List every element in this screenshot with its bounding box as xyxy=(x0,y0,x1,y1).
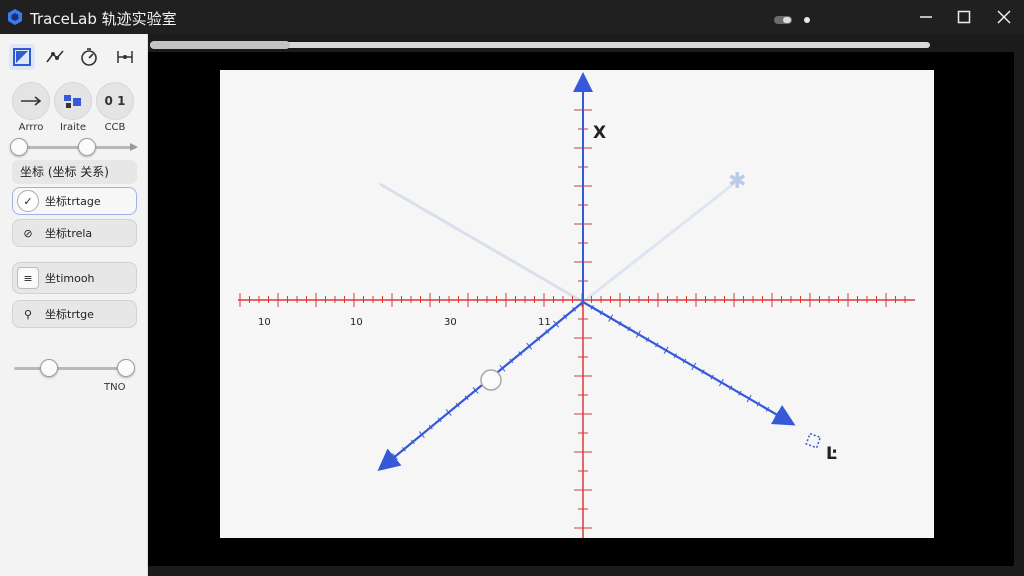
bottom-slider-track[interactable] xyxy=(14,367,132,370)
tick-label-1: 10 xyxy=(258,317,271,328)
window-title: TraceLab 轨迹实验室 xyxy=(30,10,177,28)
select-panel-icon[interactable] xyxy=(9,44,35,70)
close-icon xyxy=(997,10,1011,24)
top-slider-knob-min[interactable] xyxy=(10,138,28,156)
maximize-button[interactable] xyxy=(942,0,986,34)
faint-ray-upper-right xyxy=(582,180,737,304)
tick-label-2: 10 xyxy=(350,317,363,328)
corner-axis-label: Ŀ xyxy=(826,444,837,464)
slider-arrow-icon xyxy=(130,143,138,151)
coord-section-title: 坐标 (坐标 关系) xyxy=(12,160,137,184)
bottom-slider-label: TNO xyxy=(104,382,126,393)
tick-label-4: 11 xyxy=(538,317,551,328)
network-icon[interactable] xyxy=(112,44,138,70)
list-icon: ≡ xyxy=(17,267,39,289)
arrow-icon xyxy=(21,96,42,106)
blocks-icon xyxy=(64,95,81,108)
maximize-icon xyxy=(957,10,971,24)
counter-tool-button[interactable]: 0 1 xyxy=(96,82,134,120)
coord-option-2-label: 坐标trela xyxy=(45,227,93,240)
horizontal-scrollbar[interactable] xyxy=(150,41,930,49)
minimize-icon xyxy=(920,16,932,18)
drag-handle[interactable] xyxy=(480,369,502,391)
bottom-slider-knob-max[interactable] xyxy=(117,359,135,377)
top-slider-track[interactable] xyxy=(14,146,136,149)
title-bar: TraceLab 轨迹实验室 xyxy=(0,0,1024,34)
axis-x-label: X xyxy=(593,123,606,143)
coord-option-1-label: 坐标trtage xyxy=(45,195,101,208)
target-icon: ⊘ xyxy=(23,226,33,240)
sidebar: 0 1 Arrro Iraite CCB 坐标 (坐标 关系) ✓ 坐标trta… xyxy=(0,34,148,576)
bottom-slider-knob[interactable] xyxy=(40,359,58,377)
blocks-tool-button[interactable] xyxy=(54,82,92,120)
tick-label-3: 30 xyxy=(444,317,457,328)
coord-option-4[interactable]: ⚲ 坐标trtge xyxy=(12,300,137,328)
coord-option-2[interactable]: ⊘ 坐标trela xyxy=(12,219,137,247)
coord-option-4-label: 坐标trtge xyxy=(45,308,94,321)
top-slider-knob[interactable] xyxy=(78,138,96,156)
coord-option-1[interactable]: ✓ 坐标trtage xyxy=(12,187,137,215)
plot-canvas[interactable]: ✱ 10 10 30 11 X Ŀ xyxy=(220,70,934,538)
blue-axis-ticks xyxy=(392,304,780,461)
app-logo-icon xyxy=(6,8,24,26)
counter-tool-label: CCB xyxy=(104,122,126,133)
faint-star-marker: ✱ xyxy=(728,169,746,194)
check-icon: ✓ xyxy=(17,190,39,212)
trace-path-icon[interactable] xyxy=(42,44,68,70)
coord-option-3-label: 坐timooh xyxy=(45,272,95,285)
coord-option-3[interactable]: ≡ 坐timooh xyxy=(12,262,137,294)
timer-icon[interactable] xyxy=(76,44,102,70)
faint-ray-upper-left xyxy=(379,182,584,304)
counter-icon: 0 1 xyxy=(104,94,126,108)
plot-svg[interactable]: ✱ 10 10 30 11 X Ŀ xyxy=(220,70,934,538)
arrow-tool-button[interactable] xyxy=(12,82,50,120)
scrollbar-thumb[interactable] xyxy=(150,41,290,49)
status-indicator-icon xyxy=(774,11,814,30)
corner-marker-icon xyxy=(805,432,822,449)
search-icon: ⚲ xyxy=(23,307,33,321)
close-button[interactable] xyxy=(982,0,1024,34)
